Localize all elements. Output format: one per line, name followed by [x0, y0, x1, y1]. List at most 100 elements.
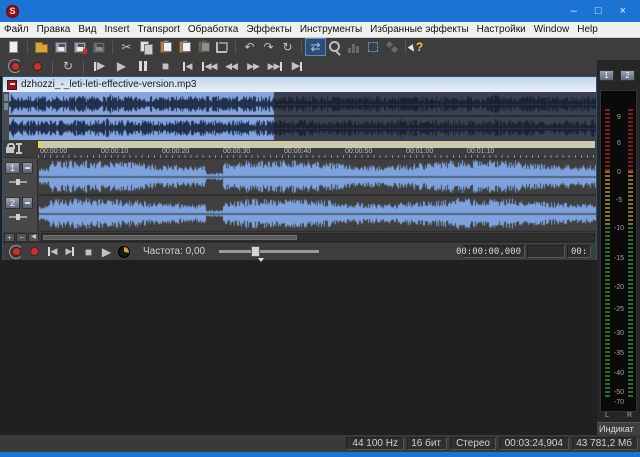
forward-button[interactable]: ▶▶: [242, 58, 264, 75]
selection-end-display[interactable]: 00:: [567, 245, 591, 258]
speed-slider-thumb[interactable]: [251, 246, 260, 257]
new-button[interactable]: [4, 39, 23, 55]
position-display[interactable]: 00:00:00,000: [463, 245, 525, 258]
meter-panel: 1 2 9 6 0 -5 -10 -15 -20 -25 -30 -35 -40…: [597, 60, 640, 435]
previous-marker-button[interactable]: ◀◀: [198, 58, 220, 75]
meter-tab-1-button[interactable]: 1: [599, 70, 614, 81]
redo-button[interactable]: ↷: [259, 39, 278, 55]
paste-button[interactable]: [155, 39, 174, 55]
doc-go-end-button[interactable]: ▶: [61, 244, 79, 259]
cut-button[interactable]: ✂: [117, 39, 136, 55]
menu-edit[interactable]: Правка: [33, 24, 75, 35]
channel-1-gain-slider[interactable]: [9, 181, 27, 183]
bar-icon: [72, 247, 74, 256]
scrub-knob-icon: [118, 246, 130, 258]
scrub-control[interactable]: [115, 244, 133, 259]
scroll-left-button[interactable]: ◀: [28, 233, 39, 242]
navigator-toggle-button[interactable]: ⇄: [306, 39, 325, 55]
undo-button[interactable]: ↶: [240, 39, 259, 55]
zoom-in-button[interactable]: +: [4, 233, 15, 242]
loop-region-bar[interactable]: [38, 141, 595, 148]
doc-stop-button[interactable]: ■: [79, 244, 97, 259]
doc-record-button[interactable]: [25, 244, 43, 259]
meter-panel-title[interactable]: Индикат: [597, 422, 640, 435]
stop-button[interactable]: ■: [154, 58, 176, 75]
menu-window[interactable]: Window: [530, 24, 574, 35]
menu-transport[interactable]: Transport: [133, 24, 183, 35]
record-remote-button[interactable]: [4, 58, 26, 75]
overview-waveform[interactable]: [9, 92, 596, 140]
menu-favorites[interactable]: Избранные эффекты: [366, 24, 472, 35]
overview-handle[interactable]: [4, 94, 8, 101]
group-select-button[interactable]: [363, 39, 382, 55]
doc-record-remote-button[interactable]: [7, 244, 25, 259]
selection-start-display[interactable]: [527, 245, 565, 258]
help-cursor-icon: ?: [416, 40, 423, 54]
status-bit-depth: 16 бит: [407, 437, 447, 450]
stop-icon: ■: [162, 60, 168, 72]
meter-scale-label: 9: [610, 114, 628, 122]
scrollbar-thumb[interactable]: [43, 235, 297, 240]
paste-special-button[interactable]: [174, 39, 193, 55]
bottom-accent-strip: [0, 452, 640, 457]
play-button[interactable]: ▶: [110, 58, 132, 75]
menu-process[interactable]: Обработка: [184, 24, 242, 35]
speed-slider[interactable]: [219, 250, 319, 253]
menu-file[interactable]: Файл: [0, 24, 33, 35]
maximize-button[interactable]: □: [595, 5, 602, 17]
rewind-button[interactable]: ◀◀: [220, 58, 242, 75]
menu-insert[interactable]: Insert: [100, 24, 133, 35]
menu-effects[interactable]: Эффекты: [242, 24, 295, 35]
channel-1-minimize-button[interactable]: [22, 162, 33, 174]
title-bar: S – □ ×: [0, 0, 640, 22]
edit-tool-icon[interactable]: [18, 143, 20, 154]
channel-2-minimize-button[interactable]: [22, 197, 33, 209]
save-as-button[interactable]: [70, 39, 89, 55]
main-waveform[interactable]: [39, 158, 596, 232]
open-button[interactable]: [32, 39, 51, 55]
doc-go-start-button[interactable]: ◀: [43, 244, 61, 259]
horizontal-scrollbar[interactable]: [41, 233, 595, 242]
channel-2-gain-slider[interactable]: [9, 216, 27, 218]
close-button[interactable]: ×: [620, 5, 626, 17]
menu-view[interactable]: Вид: [74, 24, 100, 35]
time-ruler[interactable]: 00:00:00 00:00:10 00:00:20 00:00:30 00:0…: [38, 148, 595, 155]
level-meter[interactable]: 9 6 0 -5 -10 -15 -20 -25 -30 -35 -40 -50…: [600, 90, 637, 412]
channel-2-button[interactable]: 2: [5, 197, 20, 209]
channel-1-button[interactable]: 1: [5, 162, 20, 174]
loop-playback-button[interactable]: ↻: [57, 58, 79, 75]
menu-tools[interactable]: Инструменты: [296, 24, 366, 35]
document-title-bar[interactable]: dzhozzi_-_leti-leti-effective-version.mp…: [3, 77, 596, 92]
repeat-button[interactable]: ↻: [278, 39, 297, 55]
save-button[interactable]: [51, 39, 70, 55]
menu-options[interactable]: Настройки: [473, 24, 530, 35]
paste-icon: [160, 41, 170, 53]
trim-button[interactable]: [212, 39, 231, 55]
bar-icon: [48, 247, 50, 256]
menu-help[interactable]: Help: [573, 24, 602, 35]
record-button[interactable]: [26, 58, 48, 75]
selection-box-icon: [368, 42, 378, 52]
next-marker-button[interactable]: ▶▶: [264, 58, 286, 75]
statistics-button[interactable]: [344, 39, 363, 55]
zoom-edit-button[interactable]: [325, 39, 344, 55]
play-all-button[interactable]: ▶: [88, 58, 110, 75]
meter-tab-2-button[interactable]: 2: [620, 70, 635, 81]
overview-handle[interactable]: [4, 103, 8, 110]
copy-icon: [140, 41, 152, 53]
go-to-start-button[interactable]: ◀: [176, 58, 198, 75]
multi-tool-button[interactable]: [382, 39, 401, 55]
lock-icon[interactable]: [6, 147, 14, 153]
pause-button[interactable]: [132, 58, 154, 75]
zoom-out-button[interactable]: −: [16, 233, 27, 242]
meter-scale-label: -25: [610, 306, 628, 314]
save-as-icon: [74, 42, 86, 53]
doc-play-button[interactable]: ▶: [97, 244, 115, 259]
copy-button[interactable]: [136, 39, 155, 55]
go-to-end-button[interactable]: ▶: [286, 58, 308, 75]
cursor-marker[interactable]: [38, 141, 41, 148]
save-all-button[interactable]: [89, 39, 108, 55]
context-help-button[interactable]: ?: [410, 39, 429, 55]
minimize-button[interactable]: –: [571, 5, 577, 17]
paste-to-new-button[interactable]: [193, 39, 212, 55]
